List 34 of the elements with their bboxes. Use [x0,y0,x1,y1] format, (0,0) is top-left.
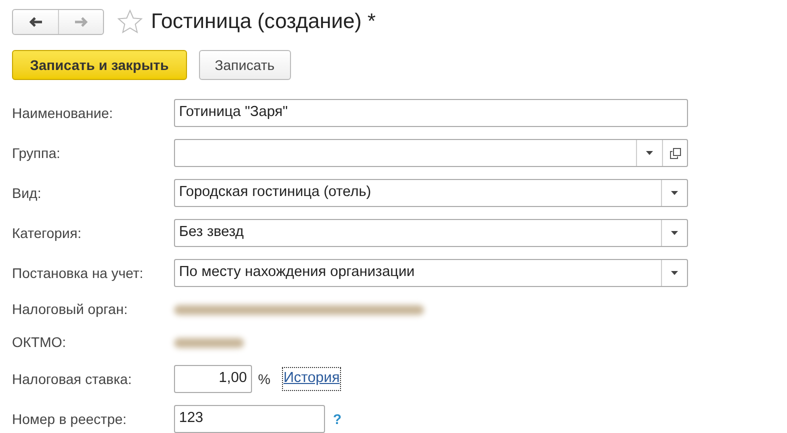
forward-arrow-icon [74,17,88,27]
field-label: Налоговый орган: [12,300,129,319]
dropdown-arrow-icon [646,151,653,155]
blurred-value [174,338,244,348]
number-field[interactable]: 1,00 [174,365,252,393]
dropdown-field[interactable] [174,139,688,167]
field-label: Постановка на учет: [12,264,144,283]
save-and-close-button[interactable]: Записать и закрыть [12,50,187,80]
field-label: Группа: [12,144,62,163]
dropdown-field[interactable]: По месту нахождения организации [174,259,688,287]
history-link[interactable]: История [283,368,340,390]
copy-windows-icon [670,148,680,158]
dropdown-field[interactable]: Без звезд [174,219,688,247]
field-label: Номер в реестре: [12,410,128,429]
dropdown-arrow-icon [671,231,678,235]
help-link[interactable]: ? [333,408,342,430]
field-label: Наименование: [12,104,114,122]
dropdown-arrow-icon [671,271,678,275]
text-field[interactable]: Готиница "Заря" [174,99,688,127]
text-field[interactable]: 123 [174,405,325,433]
dropdown-field[interactable]: Городская гостиница (отель) [174,179,688,207]
save-button[interactable]: Записать [198,50,291,80]
unit-label: % [258,370,270,388]
field-label: Налоговая ставка: [12,370,133,388]
field-label: ОКТМО: [12,333,68,352]
dropdown-arrow-icon [671,191,678,195]
field-label: Вид: [12,184,42,203]
field-value: По месту нахождения организации [178,263,416,282]
field-value: Без звезд [178,223,245,242]
back-arrow-icon [28,17,42,27]
star-icon[interactable] [117,9,143,35]
field-value: Городская гостиница (отель) [178,183,372,202]
field-label: Категория: [12,224,82,243]
window-title: Гостиница (создание) * [151,9,376,36]
